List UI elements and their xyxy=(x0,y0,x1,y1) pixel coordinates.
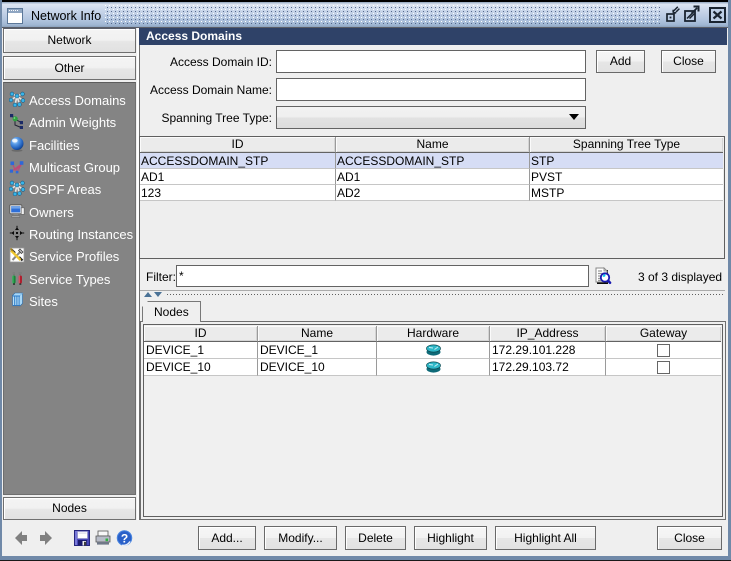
svg-text:?: ? xyxy=(121,532,128,546)
